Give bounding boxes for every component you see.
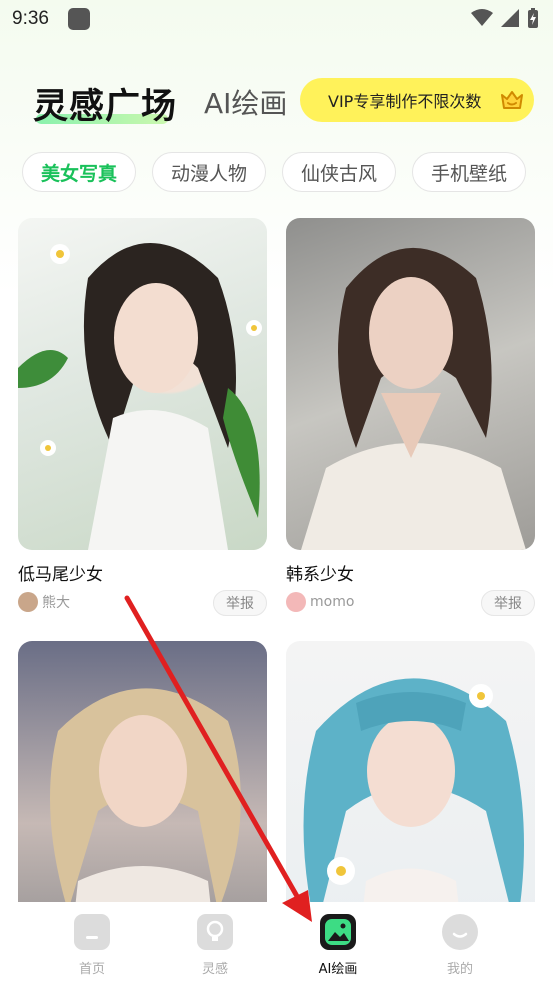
card-image[interactable] [18, 641, 267, 902]
bulb-icon [197, 914, 233, 950]
card-image[interactable] [18, 218, 267, 550]
app-notification-icon [68, 8, 90, 30]
status-indicators [471, 8, 539, 28]
gallery-card[interactable] [286, 641, 535, 902]
tab-anime-character[interactable]: 动漫人物 [152, 152, 267, 192]
category-tabs: 美女写真 动漫人物 仙侠古风 手机壁纸 [0, 152, 553, 192]
author-name: 熊大 [42, 595, 70, 611]
card-author: 熊大 [18, 592, 70, 612]
header: 灵感广场 AI绘画 VIP专享制作不限次数 [0, 78, 553, 128]
profile-icon [442, 914, 478, 950]
nav-ai-painting[interactable]: AI绘画 [298, 914, 378, 977]
report-button[interactable]: 举报 [213, 590, 267, 616]
gallery-card[interactable] [18, 641, 267, 902]
vip-button[interactable]: VIP专享制作不限次数 [300, 78, 534, 122]
crown-icon [501, 91, 523, 109]
tab-beauty-portrait[interactable]: 美女写真 [22, 152, 137, 192]
avatar [18, 592, 38, 612]
signal-icon [501, 9, 519, 27]
battery-icon [528, 8, 538, 28]
portrait-illustration [18, 243, 262, 550]
gallery-card[interactable]: 低马尾少女 熊大 举报 [18, 218, 267, 618]
bottom-nav: 首页 灵感 AI绘画 我的 [0, 902, 553, 984]
nav-label: 首页 [78, 962, 105, 977]
tab-phone-wallpaper[interactable]: 手机壁纸 [412, 152, 527, 192]
avatar [286, 592, 306, 612]
nav-profile[interactable]: 我的 [420, 914, 500, 977]
portrait-illustration [301, 247, 526, 550]
nav-home[interactable]: 首页 [52, 914, 132, 977]
report-button[interactable]: 举报 [481, 590, 535, 616]
picture-icon [320, 914, 356, 950]
gallery-card[interactable]: 韩系少女 momo 举报 [286, 218, 535, 618]
home-icon [74, 914, 110, 950]
status-time: 9:36 [12, 8, 49, 29]
card-image[interactable] [286, 218, 535, 550]
portrait-illustration [50, 688, 241, 902]
tab-ai-painting[interactable]: AI绘画 [204, 82, 287, 122]
nav-inspiration[interactable]: 灵感 [175, 914, 255, 977]
author-name: momo [310, 594, 355, 610]
vip-label: VIP专享制作不限次数 [328, 92, 482, 111]
nav-label: 灵感 [201, 962, 228, 977]
card-author: momo [286, 592, 354, 612]
wifi-icon [471, 9, 493, 26]
card-image[interactable] [286, 641, 535, 902]
status-bar: 9:36 [0, 0, 553, 40]
portrait-illustration [303, 678, 524, 902]
card-title: 韩系少女 [286, 565, 354, 585]
nav-label: 我的 [446, 962, 473, 977]
tab-xianxia-ancient[interactable]: 仙侠古风 [282, 152, 397, 192]
nav-label: AI绘画 [318, 962, 358, 977]
card-title: 低马尾少女 [18, 565, 103, 585]
page-title: 灵感广场 [33, 87, 178, 127]
